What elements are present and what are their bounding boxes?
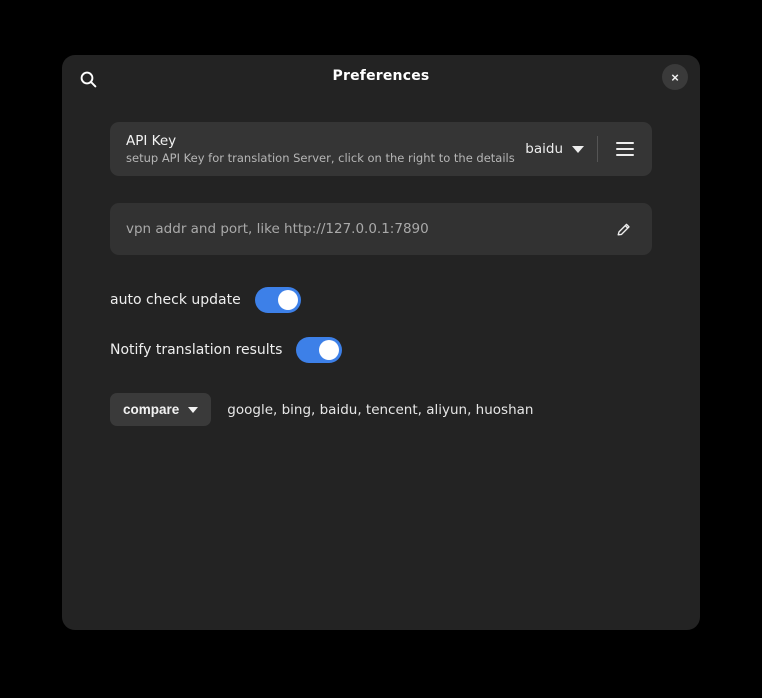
compare-row: compare google, bing, baidu, tencent, al…	[110, 393, 652, 426]
engine-select-dropdown[interactable]: baidu	[519, 141, 597, 157]
pencil-icon[interactable]	[610, 216, 636, 242]
hamburger-bar	[616, 148, 634, 150]
vpn-address-input[interactable]	[126, 221, 610, 237]
auto-check-update-toggle[interactable]	[254, 287, 301, 313]
api-key-subtitle: setup API Key for translation Server, cl…	[126, 151, 515, 165]
preferences-window: Preferences × API Key setup API Key for …	[62, 55, 700, 630]
toggle-knob	[277, 290, 298, 310]
api-key-title: API Key	[126, 133, 177, 149]
chevron-down-icon	[188, 406, 199, 413]
api-key-texts: API Key setup API Key for translation Se…	[126, 133, 519, 165]
auto-check-update-label: auto check update	[110, 292, 241, 308]
compare-dropdown-button[interactable]: compare	[110, 393, 212, 426]
notify-translation-results-toggle[interactable]	[296, 337, 343, 363]
close-button[interactable]: ×	[662, 64, 688, 90]
vpn-address-field[interactable]	[110, 203, 652, 255]
notify-translation-results-row: Notify translation results	[110, 337, 652, 363]
preferences-content: API Key setup API Key for translation Se…	[62, 102, 700, 630]
window-titlebar: Preferences ×	[62, 55, 700, 102]
page-title: Preferences	[332, 68, 430, 84]
hamburger-bar	[616, 142, 634, 144]
engine-select-value: baidu	[525, 141, 563, 157]
toggle-knob	[319, 340, 340, 360]
hamburger-menu-icon[interactable]	[598, 122, 652, 176]
api-key-card[interactable]: API Key setup API Key for translation Se…	[110, 122, 652, 176]
chevron-down-icon	[572, 145, 584, 153]
hamburger-bar	[616, 154, 634, 156]
close-icon: ×	[671, 69, 679, 85]
auto-check-update-row: auto check update	[110, 287, 652, 313]
compare-button-label: compare	[123, 402, 180, 417]
engines-list: google, bing, baidu, tencent, aliyun, hu…	[227, 401, 534, 418]
notify-translation-results-label: Notify translation results	[110, 342, 283, 358]
